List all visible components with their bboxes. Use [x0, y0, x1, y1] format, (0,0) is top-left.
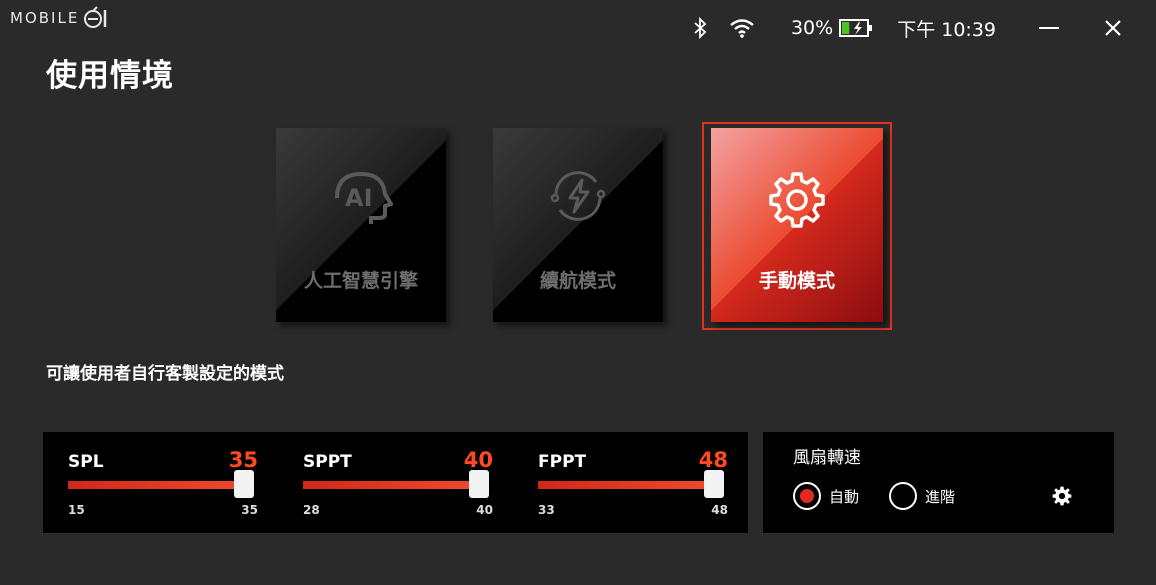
radio-label: 自動: [829, 487, 860, 506]
battery-charging-icon[interactable]: [839, 18, 873, 38]
slider-min: 15: [68, 503, 85, 517]
slider-track[interactable]: [538, 470, 724, 498]
slider-max: 48: [711, 503, 728, 517]
clock: 下午 10:39: [897, 18, 996, 41]
wifi-icon[interactable]: [729, 17, 755, 39]
fan-auto-radio[interactable]: 自動: [793, 482, 859, 510]
mode-description: 可讓使用者自行客製設定的模式: [46, 364, 284, 384]
bluetooth-icon[interactable]: [693, 16, 707, 40]
svg-text:AI: AI: [345, 184, 373, 212]
radio-circle[interactable]: [889, 482, 917, 510]
slider-name: SPL: [68, 452, 104, 472]
slider-thumb[interactable]: [704, 470, 724, 498]
mode-card-manual[interactable]: 手動模式: [711, 128, 883, 322]
radio-label: 進階: [925, 487, 956, 506]
slider-max: 35: [241, 503, 258, 517]
radio-selected-dot: [800, 489, 814, 503]
minimize-icon[interactable]: [1036, 15, 1062, 41]
slider-thumb[interactable]: [469, 470, 489, 498]
slider-spl: SPL 35 15 35: [68, 432, 258, 533]
slider-sppt: SPPT 40 28 40: [303, 432, 493, 533]
slider-value: 35: [228, 448, 258, 472]
mode-label: 續航模式: [539, 270, 616, 292]
mode-card-endurance[interactable]: 續航模式: [493, 128, 663, 322]
mode-selector: AI 人工智慧引擎 續航模式 手動模式: [274, 122, 894, 330]
slider-value: 48: [698, 448, 728, 472]
power-limit-panel: SPL 35 15 35 SPPT 40 28 40 FPPT 48 33 48: [43, 432, 748, 533]
radio-circle[interactable]: [793, 482, 821, 510]
logo-mascot-icon: [84, 6, 107, 28]
slider-value: 40: [463, 448, 493, 472]
fan-title: 風扇轉速: [793, 448, 861, 468]
slider-max: 40: [476, 503, 493, 517]
mode-card-ai-engine[interactable]: AI 人工智慧引擎: [276, 128, 446, 322]
status-bar: 30% 下午 10:39: [693, 14, 1156, 42]
slider-fppt: FPPT 48 33 48: [538, 432, 728, 533]
close-icon[interactable]: [1100, 15, 1126, 41]
mode-label: 人工智慧引擎: [303, 270, 418, 292]
slider-min: 28: [303, 503, 320, 517]
slider-name: FPPT: [538, 452, 587, 472]
gear-icon[interactable]: [1052, 486, 1072, 510]
slider-name: SPPT: [303, 452, 352, 472]
slider-fill: [68, 481, 244, 489]
slider-track[interactable]: [303, 470, 489, 498]
battery-saver-icon: [493, 168, 663, 224]
battery-percent: 30%: [790, 17, 834, 39]
slider-fill: [303, 481, 479, 489]
slider-thumb[interactable]: [234, 470, 254, 498]
gear-icon: [711, 168, 883, 232]
fan-advanced-radio[interactable]: 進階: [889, 482, 955, 510]
fan-speed-panel: 風扇轉速 自動 進階: [763, 432, 1114, 533]
app-logo: MOBILE: [10, 6, 111, 30]
logo-text: MOBILE: [10, 9, 80, 27]
slider-min: 33: [538, 503, 555, 517]
mode-label: 手動模式: [758, 270, 835, 292]
page-title: 使用情境: [46, 58, 174, 94]
ai-head-icon: AI: [276, 168, 446, 224]
slider-fill: [538, 481, 714, 489]
slider-track[interactable]: [68, 470, 254, 498]
